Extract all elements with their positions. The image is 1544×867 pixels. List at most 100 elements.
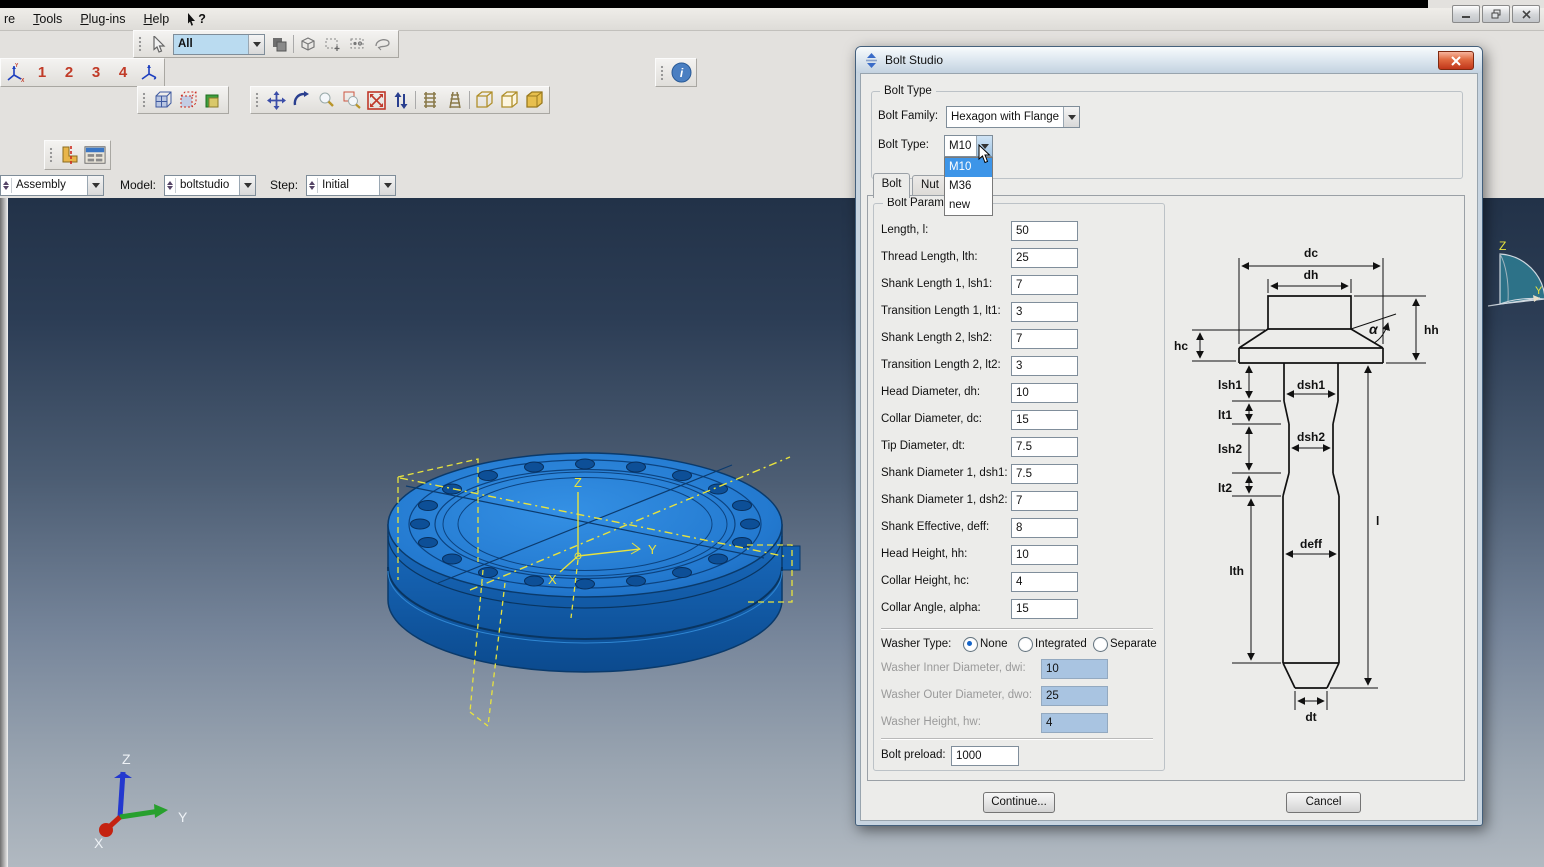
selection-filter-combo[interactable]: All — [173, 34, 265, 55]
toolbar-grip[interactable] — [660, 65, 665, 81]
dropdown-option-m36[interactable]: M36 — [945, 177, 992, 196]
param-input-shank-effective[interactable] — [1011, 518, 1078, 538]
replace-selection-icon[interactable] — [268, 33, 290, 55]
toolbar-separator — [415, 91, 416, 109]
param-input-length[interactable] — [1011, 221, 1078, 241]
dialog-title-bar[interactable]: Bolt Studio — [856, 47, 1482, 73]
module-spinner[interactable] — [1, 178, 12, 193]
bolt-family-dropdown-button[interactable] — [1063, 107, 1079, 127]
param-input-thread-length[interactable] — [1011, 248, 1078, 268]
bolt-type-dropdown-list: M10 M36 new — [944, 157, 993, 216]
param-input-tip-diameter[interactable] — [1011, 437, 1078, 457]
model-combo[interactable]: boltstudio — [164, 175, 256, 196]
menu-item-plugins[interactable]: Plug-ins — [71, 10, 134, 28]
rotate-icon[interactable] — [290, 89, 312, 111]
perspective-off-icon[interactable] — [444, 89, 466, 111]
shaded-cube-icon[interactable] — [202, 89, 224, 111]
viewer-window-icon[interactable] — [84, 144, 106, 166]
pan-icon[interactable] — [265, 89, 287, 111]
param-input-collar-height[interactable] — [1011, 572, 1078, 592]
menu-item-tools[interactable]: Tools — [24, 10, 71, 28]
washer-param-label: Washer Inner Diameter, dwi: — [881, 662, 1026, 674]
separator — [881, 738, 1153, 740]
param-input-transition-length-1[interactable] — [1011, 302, 1078, 322]
view-3-button[interactable]: 3 — [84, 64, 108, 81]
view-1-button[interactable]: 1 — [30, 64, 54, 81]
bolt-family-combo[interactable]: Hexagon with Flange — [946, 106, 1080, 128]
info-icon[interactable]: i — [670, 62, 692, 84]
param-label: Collar Height, hc: — [881, 575, 969, 587]
bolt-family-value: Hexagon with Flange — [947, 111, 1063, 123]
tab-nut[interactable]: Nut — [912, 175, 948, 196]
washer-radio-separate[interactable] — [1093, 637, 1108, 652]
bolt-preload-input[interactable] — [951, 746, 1019, 766]
washer-option-separate: Separate — [1110, 638, 1157, 650]
param-input-shank-diameter-1[interactable] — [1011, 464, 1078, 484]
minimize-button[interactable] — [1452, 5, 1480, 23]
viewport-origin-triad: Z Y X — [94, 751, 188, 851]
view-2-button[interactable]: 2 — [57, 64, 81, 81]
param-input-shank-length-1[interactable] — [1011, 275, 1078, 295]
render-hidden-icon[interactable] — [498, 89, 520, 111]
flange-model[interactable] — [388, 453, 782, 672]
toolbar-grip[interactable] — [49, 147, 54, 163]
param-input-collar-angle[interactable] — [1011, 599, 1078, 619]
rectangle-select-points-icon[interactable] — [347, 33, 369, 55]
model-dropdown-button[interactable] — [239, 176, 255, 195]
menu-item-help[interactable]: Help — [134, 10, 178, 28]
toolbar-separator — [293, 35, 294, 53]
rectangle-select-plus-icon[interactable] — [322, 33, 344, 55]
separator — [881, 628, 1153, 630]
toolbar-grip[interactable] — [142, 92, 147, 108]
view-4-button[interactable]: 4 — [111, 64, 135, 81]
csys-iso-view-icon[interactable] — [138, 62, 160, 84]
cycle-views-icon[interactable] — [390, 89, 412, 111]
module-dropdown-button[interactable] — [87, 176, 103, 195]
param-input-transition-length-2[interactable] — [1011, 356, 1078, 376]
cancel-button[interactable]: Cancel — [1286, 792, 1361, 813]
lasso-select-icon[interactable] — [372, 33, 394, 55]
close-window-button[interactable] — [1512, 5, 1540, 23]
restore-button[interactable] — [1482, 5, 1510, 23]
dropdown-option-new[interactable]: new — [945, 196, 992, 215]
step-label: Step: — [270, 178, 298, 192]
zoom-box-icon[interactable] — [340, 89, 362, 111]
render-wireframe-icon[interactable] — [473, 89, 495, 111]
select-entities-box-icon[interactable] — [297, 33, 319, 55]
step-spinner[interactable] — [307, 178, 318, 193]
diagram-labels: dc dh hh hc α lsh1 lt1 lsh2 lt2 dsh1 dsh… — [1174, 246, 1439, 724]
param-input-shank-diameter-2[interactable] — [1011, 491, 1078, 511]
param-input-shank-length-2[interactable] — [1011, 329, 1078, 349]
toolbar-grip[interactable] — [255, 92, 260, 108]
param-input-head-diameter[interactable] — [1011, 383, 1078, 403]
wireframe-cube-icon[interactable] — [152, 89, 174, 111]
partition-icon[interactable] — [59, 144, 81, 166]
perspective-on-icon[interactable] — [419, 89, 441, 111]
selection-filter-dropdown-button[interactable] — [248, 35, 264, 54]
bolt-preload-label: Bolt preload: — [881, 749, 946, 761]
fit-view-icon[interactable] — [365, 89, 387, 111]
step-combo[interactable]: Initial — [306, 175, 396, 196]
washer-inner-diameter-input — [1041, 659, 1108, 679]
menu-item-truncated[interactable]: re — [0, 10, 24, 28]
continue-button[interactable]: Continue... — [983, 792, 1055, 813]
mouse-cursor — [978, 144, 992, 164]
dashed-cube-icon[interactable] — [177, 89, 199, 111]
washer-radio-none[interactable] — [963, 637, 978, 652]
dialog-close-button[interactable] — [1438, 51, 1474, 70]
pointer-icon[interactable] — [148, 33, 170, 55]
magnify-icon[interactable] — [315, 89, 337, 111]
step-dropdown-button[interactable] — [379, 176, 395, 195]
csys-front-view-icon[interactable]: YX — [5, 62, 27, 84]
param-label: Shank Length 1, lsh1: — [881, 278, 992, 290]
toolbar-grip[interactable] — [138, 36, 143, 52]
washer-radio-integrated[interactable] — [1018, 637, 1033, 652]
compass-y-label: Y — [1535, 285, 1543, 297]
view-compass[interactable]: Z Y — [1488, 239, 1544, 306]
tab-bolt[interactable]: Bolt — [873, 173, 910, 198]
module-combo[interactable]: Assembly — [0, 175, 104, 196]
model-spinner[interactable] — [165, 178, 176, 193]
param-input-head-height[interactable] — [1011, 545, 1078, 565]
param-input-collar-diameter[interactable] — [1011, 410, 1078, 430]
render-shaded-icon[interactable] — [523, 89, 545, 111]
